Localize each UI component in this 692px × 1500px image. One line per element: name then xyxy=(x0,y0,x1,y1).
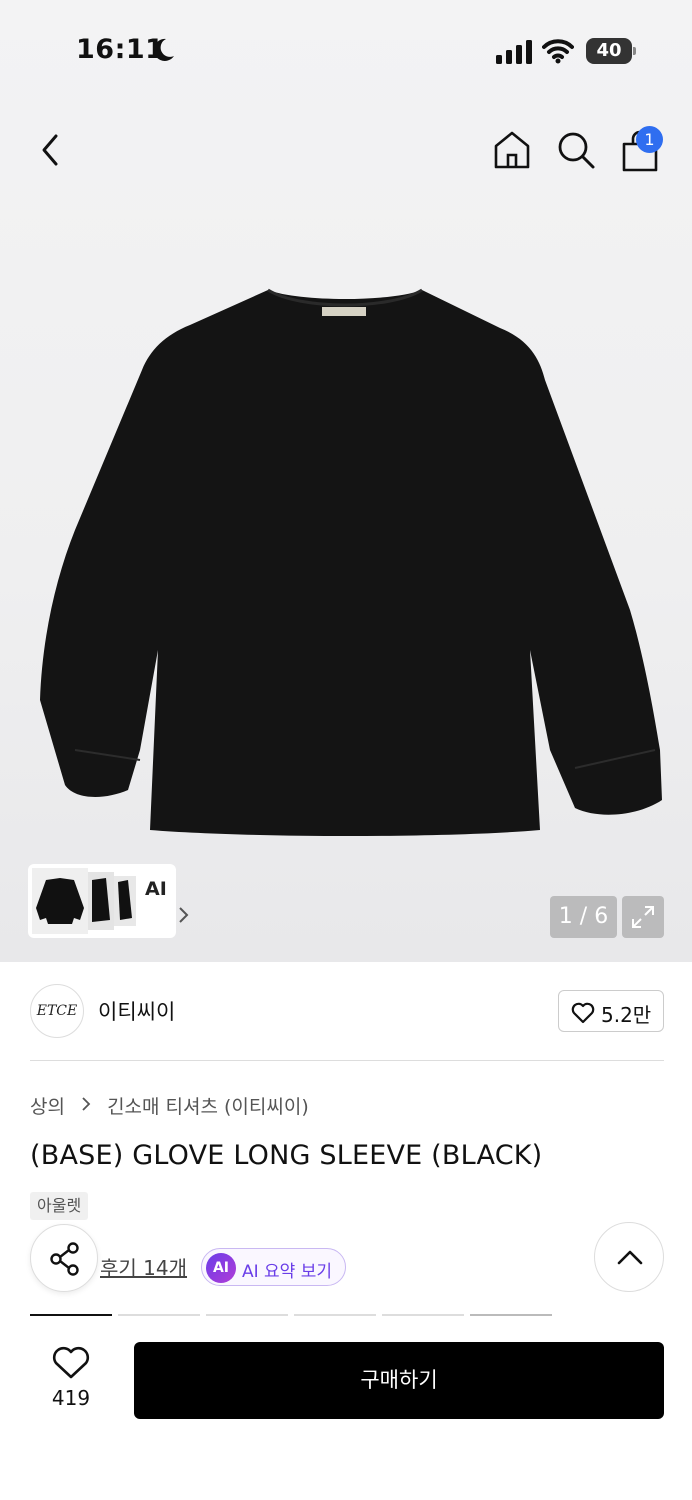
product-gallery[interactable]: 16:11 40 1 AI 1 / 6 xyxy=(0,0,692,962)
review-link[interactable]: 후기 14개 xyxy=(100,1252,187,1281)
bottom-action-bar: 419 구매하기 xyxy=(0,1320,692,1500)
chevron-right-icon xyxy=(81,1095,91,1117)
heart-icon xyxy=(571,1002,595,1024)
breadcrumb: 상의 긴소매 티셔츠 (이티씨이) xyxy=(30,1092,309,1119)
wifi-icon xyxy=(542,39,574,64)
outlet-tag: 아울렛 xyxy=(30,1192,89,1220)
battery-indicator: 40 xyxy=(586,38,636,64)
share-icon xyxy=(50,1242,79,1276)
ai-summary-label: AI 요약 보기 xyxy=(242,1262,333,1282)
chevron-right-icon xyxy=(179,907,189,923)
expand-icon xyxy=(632,906,654,928)
ai-badge-icon: AI xyxy=(206,1253,236,1283)
ai-summary-button[interactable]: AI AI 요약 보기 xyxy=(201,1248,346,1286)
battery-level: 40 xyxy=(596,40,622,61)
scroll-to-top-button[interactable] xyxy=(594,1222,664,1292)
moon-icon xyxy=(153,38,174,61)
home-icon[interactable] xyxy=(490,128,534,172)
cart-count-badge: 1 xyxy=(636,126,663,153)
buy-button[interactable]: 구매하기 xyxy=(134,1342,664,1419)
brand-like-button[interactable]: 5.2만 xyxy=(558,990,664,1032)
status-bar: 16:11 40 xyxy=(0,0,692,100)
ai-lookbook-button[interactable]: AI xyxy=(28,864,189,938)
share-button[interactable] xyxy=(30,1224,98,1292)
ai-label: AI xyxy=(145,878,167,900)
wishlist-count: 419 xyxy=(51,1386,91,1410)
product-image[interactable] xyxy=(30,280,670,840)
breadcrumb-item-subcategory[interactable]: 긴소매 티셔츠 (이티씨이) xyxy=(107,1092,309,1119)
chevron-up-icon xyxy=(617,1250,643,1265)
brand-like-count: 5.2만 xyxy=(601,1003,652,1027)
wishlist-button[interactable]: 419 xyxy=(36,1346,106,1416)
back-icon[interactable] xyxy=(34,130,68,170)
expand-image-button[interactable] xyxy=(622,896,664,938)
product-title: (BASE) GLOVE LONG SLEEVE (BLACK) xyxy=(30,1140,543,1171)
thumbnail-strip xyxy=(32,868,136,934)
signal-icon xyxy=(496,40,532,64)
divider xyxy=(30,1060,664,1061)
heart-icon xyxy=(52,1346,90,1379)
search-icon[interactable] xyxy=(554,128,598,172)
brand-logo[interactable]: ETCE xyxy=(30,984,84,1038)
breadcrumb-item-category[interactable]: 상의 xyxy=(30,1092,65,1119)
brand-name[interactable]: 이티씨이 xyxy=(98,996,175,1026)
brand-row: ETCE 이티씨이 5.2만 xyxy=(0,962,692,1060)
image-page-counter: 1 / 6 xyxy=(550,896,617,938)
